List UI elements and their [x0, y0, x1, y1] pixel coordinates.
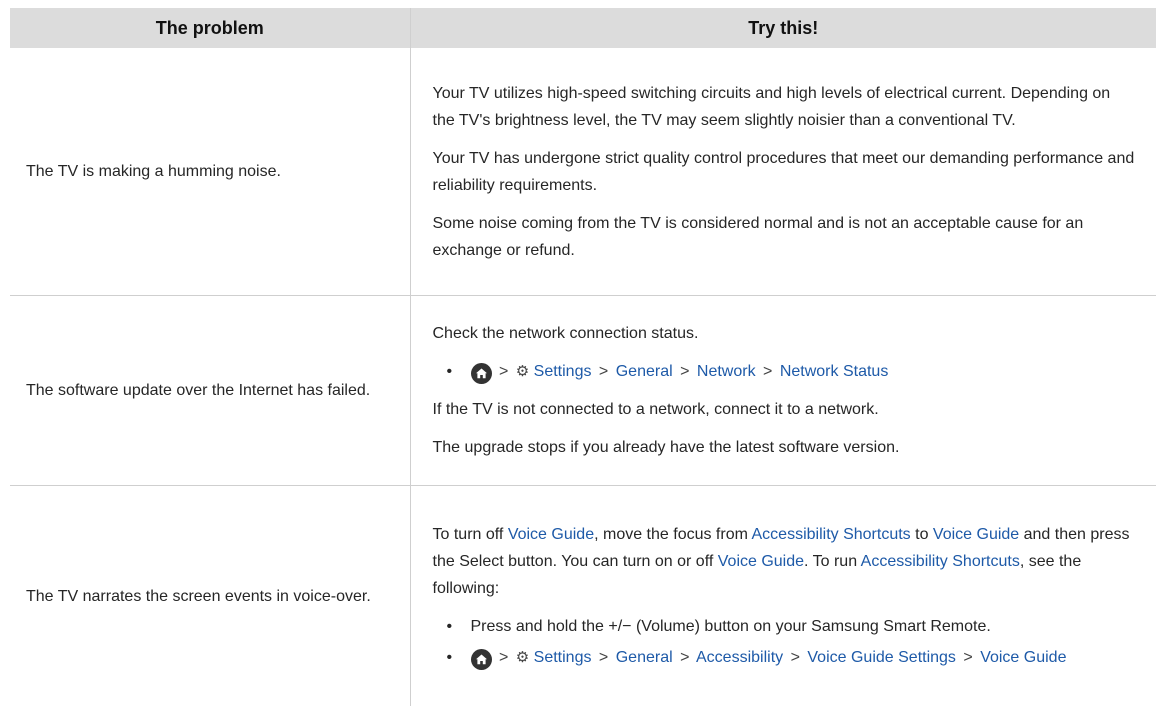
problem-cell: The software update over the Internet ha… — [10, 295, 411, 486]
text-span: . To run — [804, 553, 861, 570]
table-row: The software update over the Internet ha… — [10, 295, 1156, 486]
text-span: , move the focus from — [594, 526, 752, 543]
solution-paragraph: The upgrade stops if you already have th… — [432, 439, 900, 456]
header-try-this: Try this! — [410, 8, 1156, 48]
menu-path-bullet: • > ⚙ Settings > General > Accessibility… — [433, 644, 1137, 671]
separator-icon: > — [680, 363, 690, 380]
separator-icon: > — [498, 649, 509, 666]
header-problem: The problem — [10, 8, 411, 48]
volume-symbol: +/− — [608, 618, 632, 635]
separator-icon: > — [498, 363, 509, 380]
text-span: Press and hold the — [470, 618, 609, 635]
separator-icon: > — [790, 649, 800, 666]
link-accessibility-shortcuts[interactable]: Accessibility Shortcuts — [861, 553, 1020, 570]
solution-cell: Check the network connection status. • >… — [410, 295, 1156, 486]
separator-icon: > — [680, 649, 690, 666]
solution-paragraph: Your TV utilizes high-speed switching ci… — [432, 84, 1111, 129]
path-item-settings[interactable]: Settings — [534, 363, 592, 380]
link-voice-guide[interactable]: Voice Guide — [508, 526, 594, 543]
solution-paragraph: Your TV has undergone strict quality con… — [432, 149, 1135, 194]
path-item-general[interactable]: General — [616, 363, 673, 380]
text-span: to — [910, 526, 933, 543]
path-item-voice-guide-settings[interactable]: Voice Guide Settings — [807, 649, 956, 666]
bullet: • — [446, 363, 453, 380]
problem-cell: The TV narrates the screen events in voi… — [10, 485, 411, 706]
troubleshooting-table: The problem Try this! The TV is making a… — [10, 8, 1156, 706]
path-item-general[interactable]: General — [616, 649, 673, 666]
path-item-network[interactable]: Network — [697, 363, 756, 380]
link-accessibility-shortcuts[interactable]: Accessibility Shortcuts — [752, 526, 911, 543]
volume-bullet: • Press and hold the +/− (Volume) button… — [433, 613, 1137, 640]
home-icon — [470, 363, 492, 384]
menu-path: > ⚙ Settings > General > Network > Netwo… — [470, 358, 888, 385]
separator-icon: > — [963, 649, 973, 666]
text-span: To turn off — [432, 526, 508, 543]
table-header-row: The problem Try this! — [10, 8, 1156, 48]
table-row: The TV is making a humming noise. Your T… — [10, 48, 1156, 296]
text-span: (Volume) button on your Samsung Smart Re… — [631, 618, 991, 635]
menu-path-bullet: • > ⚙ Settings > General > Network > Net — [433, 358, 1137, 385]
home-icon — [470, 649, 492, 670]
separator-icon: > — [763, 363, 773, 380]
solution-cell: To turn off Voice Guide, move the focus … — [410, 486, 1156, 707]
solution-paragraph: If the TV is not connected to a network,… — [432, 401, 879, 418]
bullet: • — [446, 649, 453, 666]
path-item-settings[interactable]: Settings — [534, 649, 592, 666]
bullet: • — [446, 618, 453, 635]
solution-paragraph: To turn off Voice Guide, move the focus … — [433, 521, 1137, 602]
bullet-text: Press and hold the +/− (Volume) button o… — [471, 613, 991, 640]
link-voice-guide[interactable]: Voice Guide — [718, 553, 804, 570]
path-item-network-status[interactable]: Network Status — [780, 363, 888, 380]
gear-icon: ⚙ — [515, 363, 530, 380]
problem-cell: The TV is making a humming noise. — [10, 48, 411, 296]
solution-cell: Your TV utilizes high-speed switching ci… — [410, 48, 1156, 296]
link-voice-guide[interactable]: Voice Guide — [933, 526, 1019, 543]
path-item-accessibility[interactable]: Accessibility — [696, 649, 783, 666]
solution-paragraph: Some noise coming from the TV is conside… — [432, 214, 1084, 259]
separator-icon: > — [598, 363, 609, 380]
table-row: The TV narrates the screen events in voi… — [10, 485, 1156, 707]
solution-paragraph: Check the network connection status. — [432, 325, 699, 342]
gear-icon: ⚙ — [515, 649, 530, 666]
path-item-voice-guide[interactable]: Voice Guide — [980, 649, 1066, 666]
separator-icon: > — [598, 649, 609, 666]
menu-path: > ⚙ Settings > General > Accessibility >… — [470, 644, 1066, 671]
